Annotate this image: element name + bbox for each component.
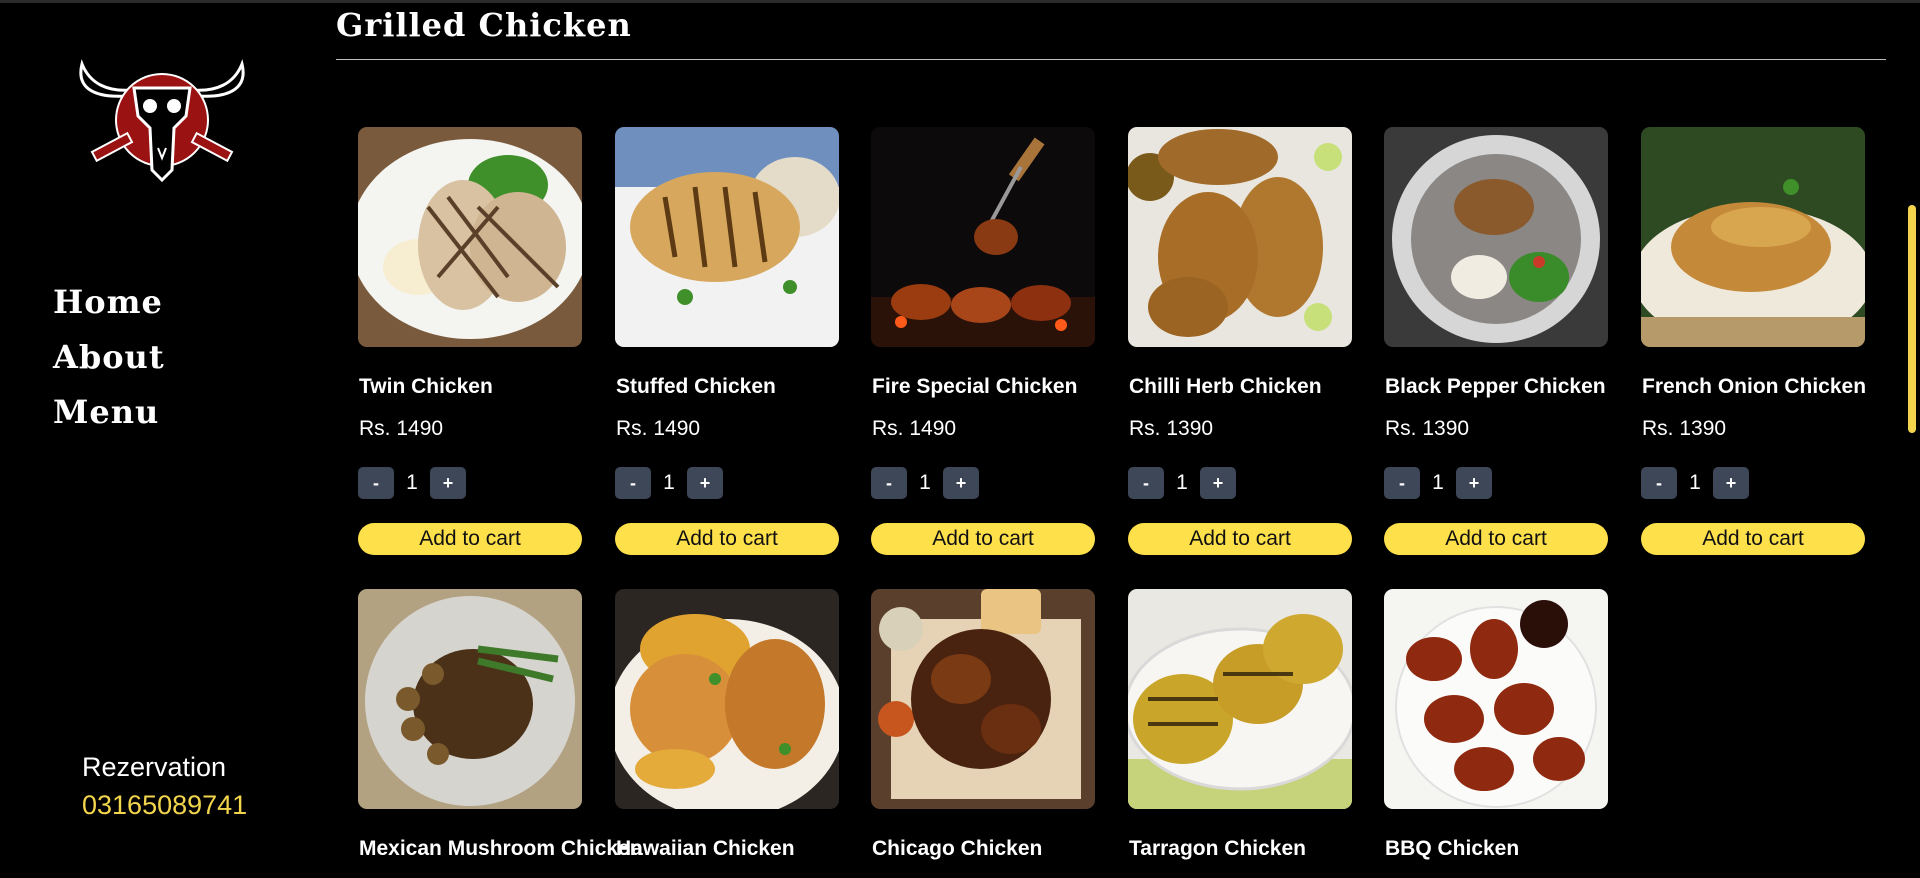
product-image[interactable] (871, 127, 1095, 347)
product-image[interactable] (1384, 127, 1608, 347)
product-name: Chicago Chicken (872, 837, 1043, 860)
quantity-stepper: - 1 + (871, 467, 979, 499)
product-price: Rs. 1390 (1129, 417, 1214, 440)
quantity-stepper: - 1 + (1641, 467, 1749, 499)
product-name: Black Pepper Chicken (1385, 375, 1606, 398)
product-image[interactable] (1128, 127, 1352, 347)
add-to-cart-button[interactable]: Add to cart (1641, 523, 1865, 555)
quantity-value: 1 (1432, 471, 1444, 494)
decrease-qty-button[interactable]: - (1384, 467, 1420, 499)
decrease-qty-button[interactable]: - (1641, 467, 1677, 499)
increase-qty-button[interactable]: + (1713, 467, 1749, 499)
quantity-stepper: - 1 + (1128, 467, 1236, 499)
product-price: Rs. 1390 (1642, 417, 1727, 440)
add-to-cart-button[interactable]: Add to cart (1128, 523, 1352, 555)
add-to-cart-button[interactable]: Add to cart (358, 523, 582, 555)
quantity-value: 1 (919, 471, 931, 494)
increase-qty-button[interactable]: + (943, 467, 979, 499)
product-card: BBQ Chicken (1384, 589, 1608, 860)
quantity-value: 1 (1176, 471, 1188, 494)
quantity-stepper: - 1 + (615, 467, 723, 499)
product-name: Chilli Herb Chicken (1129, 375, 1322, 398)
add-to-cart-button[interactable]: Add to cart (1384, 523, 1608, 555)
product-name: Stuffed Chicken (616, 375, 776, 398)
decrease-qty-button[interactable]: - (615, 467, 651, 499)
product-card: French Onion Chicken Rs. 1390 - 1 + Add … (1641, 127, 1866, 555)
product-price: Rs. 1490 (359, 417, 444, 440)
quantity-value: 1 (663, 471, 675, 494)
product-price: Rs. 1490 (872, 417, 957, 440)
product-image[interactable] (358, 127, 582, 347)
product-image[interactable] (1641, 127, 1865, 347)
nav-menu[interactable]: Menu (53, 385, 165, 440)
add-to-cart-button[interactable]: Add to cart (615, 523, 839, 555)
quantity-value: 1 (406, 471, 418, 494)
product-name: Mexican Mushroom Chicken (359, 837, 643, 860)
product-card: Black Pepper Chicken Rs. 1390 - 1 + Add … (1384, 127, 1608, 555)
increase-qty-button[interactable]: + (687, 467, 723, 499)
product-card: Chicago Chicken (871, 589, 1095, 860)
product-image[interactable] (1128, 589, 1352, 809)
add-to-cart-button[interactable]: Add to cart (871, 523, 1095, 555)
product-card: Fire Special Chicken Rs. 1490 - 1 + Add … (871, 127, 1095, 555)
page-scrollbar[interactable] (1908, 205, 1916, 433)
product-card: Twin Chicken Rs. 1490 - 1 + Add to cart (358, 127, 582, 555)
section-divider (336, 59, 1886, 60)
product-card: Chilli Herb Chicken Rs. 1390 - 1 + Add t… (1128, 127, 1352, 555)
product-card: Stuffed Chicken Rs. 1490 - 1 + Add to ca… (615, 127, 839, 555)
quantity-stepper: - 1 + (1384, 467, 1492, 499)
increase-qty-button[interactable]: + (1200, 467, 1236, 499)
product-name: Tarragon Chicken (1129, 837, 1306, 860)
sidebar: Home About Menu Rezervation 03165089741 (0, 0, 320, 878)
nav-about[interactable]: About (53, 330, 165, 385)
reservation-label: Rezervation (82, 752, 227, 782)
decrease-qty-button[interactable]: - (871, 467, 907, 499)
product-name: Fire Special Chicken (872, 375, 1078, 398)
product-name: Twin Chicken (359, 375, 493, 398)
increase-qty-button[interactable]: + (430, 467, 466, 499)
bull-skull-logo (79, 59, 245, 183)
product-price: Rs. 1490 (616, 417, 701, 440)
decrease-qty-button[interactable]: - (358, 467, 394, 499)
product-image[interactable] (615, 589, 839, 809)
reservation-phone[interactable]: 03165089741 (82, 790, 247, 821)
product-image[interactable] (358, 589, 582, 809)
increase-qty-button[interactable]: + (1456, 467, 1492, 499)
product-name: French Onion Chicken (1642, 375, 1867, 398)
product-price: Rs. 1390 (1385, 417, 1470, 440)
product-card: Tarragon Chicken (1128, 589, 1352, 860)
product-image[interactable] (615, 127, 839, 347)
section-title: Grilled Chicken (336, 6, 632, 44)
product-card: Hawaiian Chicken (615, 589, 839, 860)
product-card: Mexican Mushroom Chicken (358, 589, 643, 860)
quantity-stepper: - 1 + (358, 467, 466, 499)
product-image[interactable] (871, 589, 1095, 809)
decrease-qty-button[interactable]: - (1128, 467, 1164, 499)
product-image[interactable] (1384, 589, 1608, 809)
main-nav: Home About Menu (53, 275, 165, 440)
quantity-value: 1 (1689, 471, 1701, 494)
product-name: BBQ Chicken (1385, 837, 1520, 860)
nav-home[interactable]: Home (53, 275, 165, 330)
product-name: Hawaiian Chicken (616, 837, 795, 860)
